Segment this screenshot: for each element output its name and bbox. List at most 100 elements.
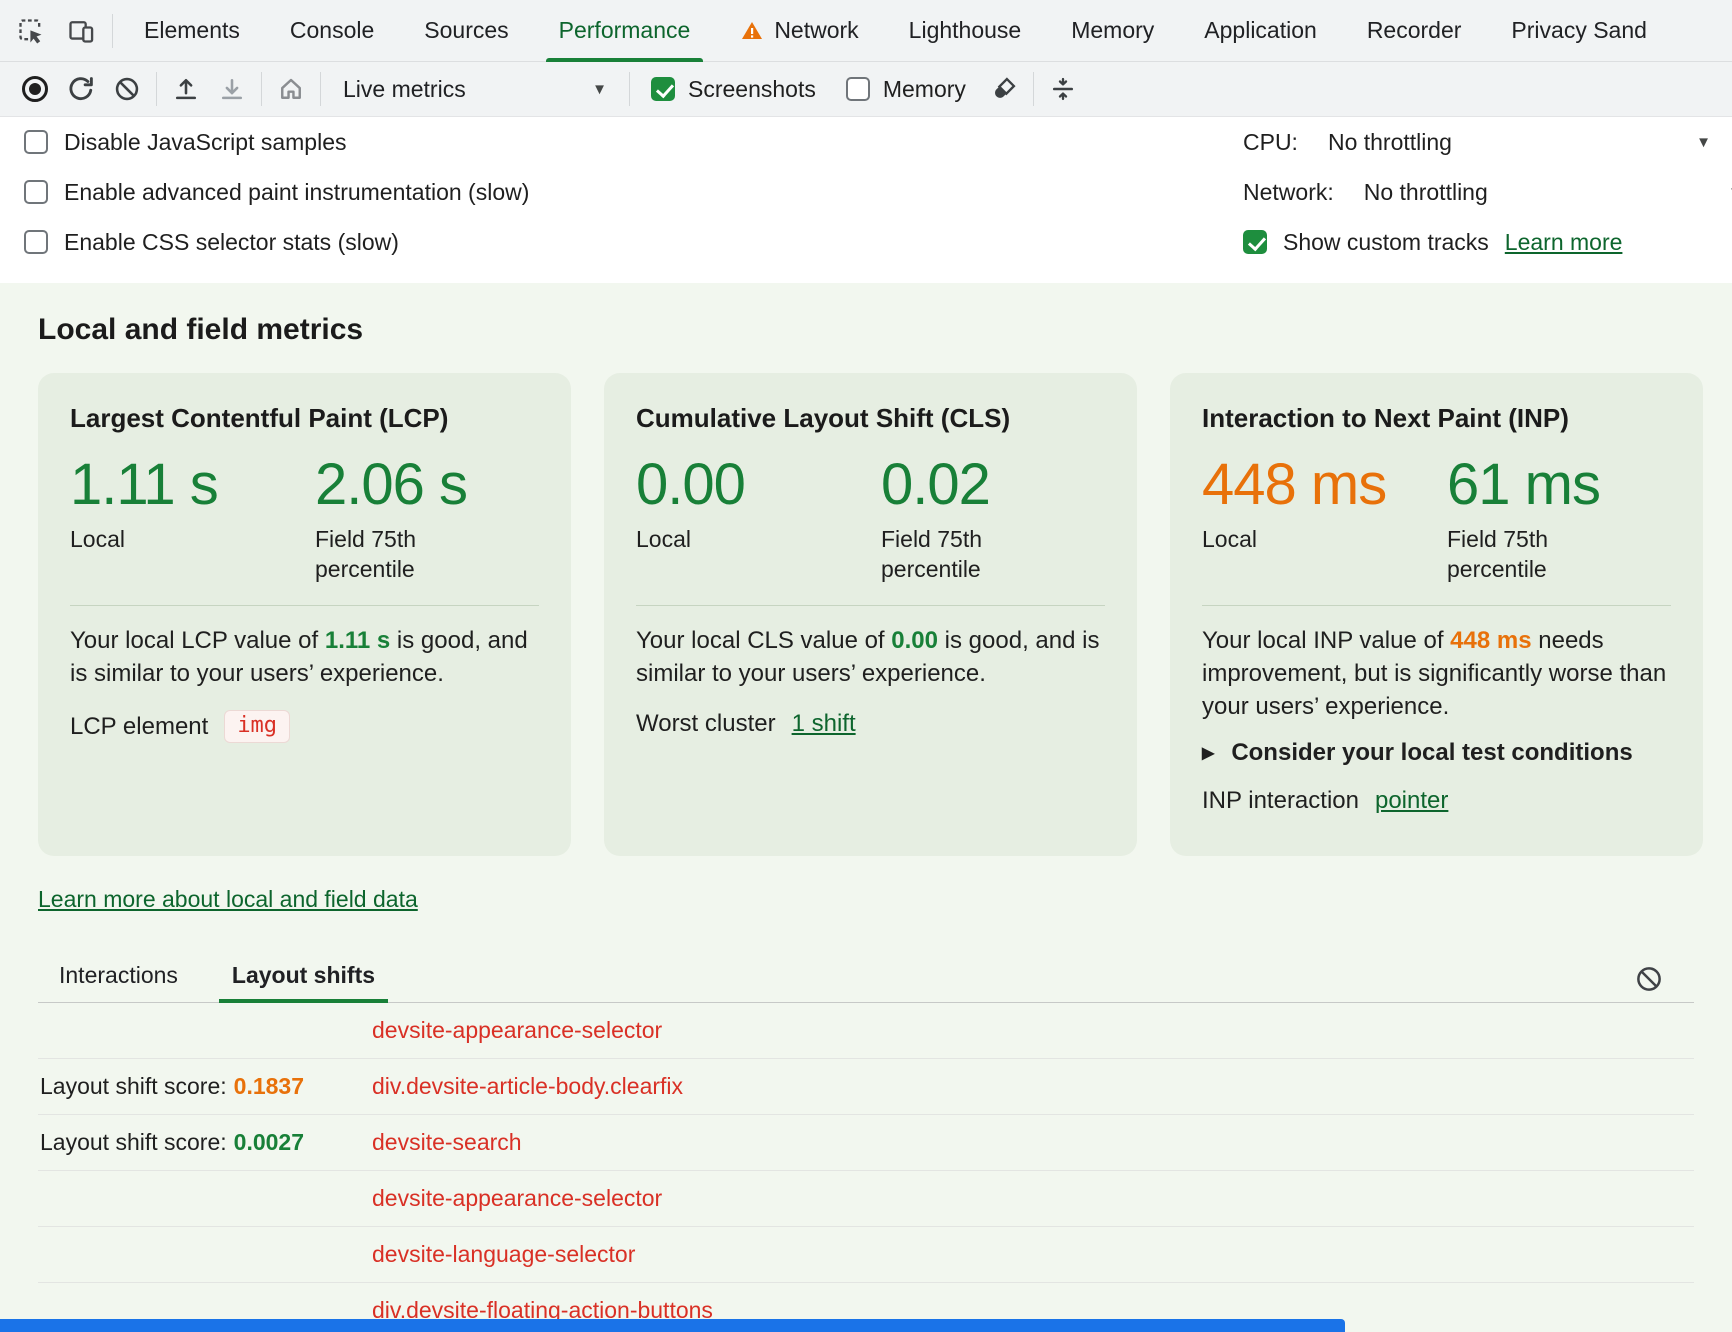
layout-shift-row: devsite-language-selector <box>38 1227 1694 1283</box>
inspect-cursor-icon <box>17 17 45 45</box>
record-and-reload-button[interactable] <box>58 66 104 112</box>
load-profile-button[interactable] <box>163 66 209 112</box>
separator <box>112 14 113 48</box>
disable-js-samples-checkbox[interactable]: Disable JavaScript samples <box>24 124 347 160</box>
cls-local-metric: 0.00 Local <box>636 454 881 585</box>
tab-performance[interactable]: Performance <box>534 0 716 62</box>
cls-local-value: 0.00 <box>636 454 881 515</box>
tab-network[interactable]: Network <box>715 0 883 62</box>
separator <box>156 72 157 106</box>
local-test-conditions-disclosure[interactable]: ▶ Consider your local test conditions <box>1202 739 1671 767</box>
cls-card-title: Cumulative Layout Shift (CLS) <box>636 403 1105 434</box>
cpu-label: CPU: <box>1243 129 1298 156</box>
triangle-right-icon: ▶ <box>1202 743 1214 763</box>
shifted-element-link[interactable]: devsite-appearance-selector <box>372 1185 662 1212</box>
inspect-element-button[interactable] <box>6 6 56 56</box>
block-icon <box>113 75 141 103</box>
separator <box>629 72 630 106</box>
tab-lighthouse[interactable]: Lighthouse <box>884 0 1047 62</box>
tab-layout-shifts[interactable]: Layout shifts <box>227 962 380 1002</box>
custom-tracks-learn-more-link[interactable]: Learn more <box>1505 229 1623 256</box>
advanced-paint-instrumentation-checkbox[interactable]: Enable advanced paint instrumentation (s… <box>24 174 529 210</box>
checkbox-unchecked-icon <box>24 230 48 254</box>
broom-icon <box>990 75 1018 103</box>
shifted-element-link[interactable]: devsite-appearance-selector <box>372 1017 662 1044</box>
home-button[interactable] <box>268 66 314 112</box>
device-toolbar-icon <box>67 17 95 45</box>
record-button[interactable] <box>12 66 58 112</box>
layout-shift-row: devsite-appearance-selector <box>38 1171 1694 1227</box>
cpu-throttling-value: No throttling <box>1328 129 1452 156</box>
network-warning-icon <box>740 19 764 43</box>
layout-shift-row: devsite-appearance-selector <box>38 1003 1694 1059</box>
download-icon <box>218 75 246 103</box>
css-selector-stats-checkbox[interactable]: Enable CSS selector stats (slow) <box>24 224 399 260</box>
inp-local-metric: 448 ms Local <box>1202 454 1447 585</box>
network-throttling-select[interactable]: Network: No throttling ▼ <box>1243 174 1732 210</box>
shifted-element-link[interactable]: devsite-language-selector <box>372 1241 635 1268</box>
inp-card: Interaction to Next Paint (INP) 448 ms L… <box>1170 373 1703 856</box>
chevron-down-icon: ▼ <box>1728 184 1732 201</box>
tab-console[interactable]: Console <box>265 0 399 62</box>
divider <box>70 605 539 606</box>
screenshots-checkbox[interactable]: Screenshots <box>636 76 831 103</box>
network-throttling-value: No throttling <box>1364 179 1488 206</box>
network-label: Network: <box>1243 179 1334 206</box>
checkbox-checked-icon <box>1243 230 1267 254</box>
collect-garbage-button[interactable] <box>981 66 1027 112</box>
bottom-selection-bar <box>0 1319 1345 1332</box>
tab-privacy-sandbox[interactable]: Privacy Sand <box>1486 0 1672 62</box>
inp-description: Your local INP value of 448 ms needs imp… <box>1202 624 1671 723</box>
tab-recorder[interactable]: Recorder <box>1342 0 1487 62</box>
lcp-local-metric: 1.11 s Local <box>70 454 315 585</box>
cls-field-value: 0.02 <box>881 454 1126 515</box>
clear-log-button[interactable] <box>1634 964 1664 994</box>
learn-more-local-field-link[interactable]: Learn more about local and field data <box>38 886 418 913</box>
shifted-element-link[interactable]: devsite-search <box>372 1129 522 1156</box>
local-label: Local <box>1202 525 1362 555</box>
cpu-throttling-select[interactable]: CPU: No throttling ▼ <box>1243 124 1711 160</box>
separator <box>1033 72 1034 106</box>
tab-memory[interactable]: Memory <box>1046 0 1179 62</box>
divider <box>636 605 1105 606</box>
inp-field-value: 61 ms <box>1447 454 1692 515</box>
checkbox-checked-icon <box>651 77 675 101</box>
inp-local-value: 448 ms <box>1202 454 1447 515</box>
worst-cluster-label: Worst cluster <box>636 710 776 738</box>
toggle-device-toolbar-button[interactable] <box>56 6 106 56</box>
tab-application[interactable]: Application <box>1179 0 1342 62</box>
save-profile-button[interactable] <box>209 66 255 112</box>
chevron-down-icon: ▼ <box>1696 134 1711 151</box>
clear-recording-button[interactable] <box>104 66 150 112</box>
separator <box>261 72 262 106</box>
lcp-element-chip[interactable]: img <box>224 710 290 743</box>
shifted-element-link[interactable]: div.devsite-article-body.clearfix <box>372 1073 683 1100</box>
lcp-local-value: 1.11 s <box>70 454 315 515</box>
block-icon <box>1634 964 1664 994</box>
lcp-card-title: Largest Contentful Paint (LCP) <box>70 403 539 434</box>
record-icon <box>22 76 48 102</box>
tab-sources[interactable]: Sources <box>399 0 533 62</box>
inp-interaction-link[interactable]: pointer <box>1375 787 1448 815</box>
show-custom-tracks-checkbox[interactable]: Show custom tracks <box>1243 229 1489 256</box>
chevron-down-icon: ▼ <box>592 81 607 98</box>
layout-shift-score: Layout shift score:0.0027 <box>38 1129 372 1156</box>
lcp-field-metric: 2.06 s Field 75th percentile <box>315 454 560 585</box>
layout-shifts-table: devsite-appearance-selector Layout shift… <box>38 1003 1694 1332</box>
capture-settings: Disable JavaScript samples Enable advanc… <box>0 117 1732 283</box>
upload-icon <box>172 75 200 103</box>
history-dropdown[interactable]: Live metrics ▼ <box>327 76 623 103</box>
collapse-panel-button[interactable] <box>1040 66 1086 112</box>
performance-toolbar: Live metrics ▼ Screenshots Memory <box>0 62 1732 117</box>
lcp-field-value: 2.06 s <box>315 454 560 515</box>
devtools-tab-bar: Elements Console Sources Performance Net… <box>0 0 1732 62</box>
tab-interactions[interactable]: Interactions <box>54 962 183 1002</box>
tab-elements[interactable]: Elements <box>119 0 265 62</box>
checkbox-unchecked-icon <box>846 77 870 101</box>
inp-interaction-label: INP interaction <box>1202 787 1359 815</box>
field-label: Field 75th percentile <box>1447 525 1607 585</box>
memory-label: Memory <box>883 76 966 103</box>
worst-cluster-shift-link[interactable]: 1 shift <box>792 710 856 738</box>
home-icon <box>277 75 305 103</box>
memory-checkbox[interactable]: Memory <box>831 76 981 103</box>
